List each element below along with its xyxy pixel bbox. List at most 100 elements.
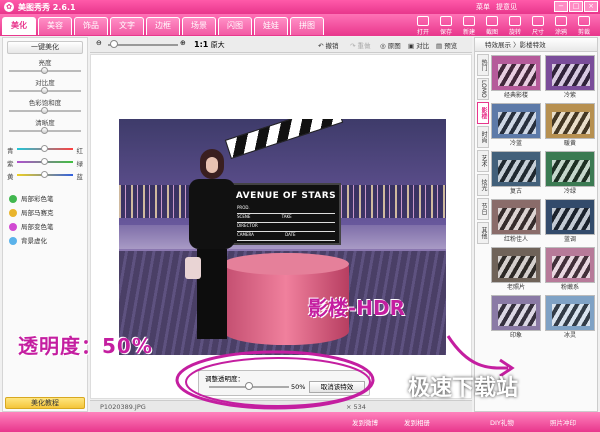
opacity-value: 50% [291,383,306,391]
tab-text[interactable]: 文字 [110,17,144,35]
background-blur-button[interactable]: 背景虚化 [7,234,87,248]
new-icon [463,16,475,26]
preview-button[interactable]: ▤ 预览 [436,40,457,50]
photo-print-link[interactable]: 照片冲印 [550,417,576,427]
purple-green-slider[interactable]: 紫 绿 [3,156,87,169]
resize-button[interactable]: 尺寸 [528,16,548,36]
diy-gift-link[interactable]: DIY礼物 [490,417,514,427]
effect-blue-tone[interactable]: 蓝调 [545,199,595,245]
category-tab-lomo[interactable]: LOMO [477,78,489,100]
opacity-knob[interactable] [245,382,253,390]
original-label: 原图 [387,42,401,50]
effect-pink-soft[interactable]: 粉嫩系 [545,247,595,293]
effect-label: 蓝调 [563,236,576,243]
crop-label: 剪裁 [577,29,590,36]
new-label: 新建 [462,29,475,36]
ratio-value: 1:1 [194,40,209,49]
effect-vintage[interactable]: 复古 [491,151,541,197]
window-controls: − □ × [554,1,598,12]
cyan-red-slider[interactable]: 青 红 [3,143,87,156]
category-tab-other[interactable]: 其他 [477,222,489,244]
local-color-pen-button[interactable]: 局部彩色笔 [7,192,87,206]
new-button[interactable]: 新建 [459,16,479,36]
cancel-effect-button[interactable]: 取消该特效 [309,381,365,393]
tab-collage[interactable]: 拼图 [290,17,324,35]
menu-link[interactable]: 菜单 [476,2,490,12]
compare-label: 对比 [416,42,430,50]
category-tab-holiday[interactable]: 节日 [477,198,489,220]
contrast-slider[interactable] [9,87,81,95]
local-mosaic-label: 局部马赛克 [21,209,54,217]
zoom-slider[interactable] [108,44,178,46]
effect-cold-purple[interactable]: 冷紫 [545,55,595,101]
local-mosaic-button[interactable]: 局部马赛克 [7,206,87,220]
opacity-dialog: 调整透明度： 50% 取消该特效 [198,370,370,396]
tab-doll[interactable]: 娃娃 [254,17,288,35]
tab-decor[interactable]: 饰品 [74,17,108,35]
cyan-label: 青 [7,147,14,155]
tab-scene[interactable]: 场景 [182,17,216,35]
effect-pink-beauty[interactable]: 红粉佳人 [491,199,541,245]
effect-grid: 经典影楼 冷紫 冷蓝 暖黄 复古 冷绿 红粉佳人 蓝调 老照片 粉嫩系 印象 冰… [491,55,597,341]
category-tab-fashion[interactable]: 时尚 [477,126,489,148]
tutorial-button[interactable]: 美化教程 [5,397,85,409]
redo-button[interactable]: ↷ 重做 [350,40,371,50]
zoom-in-icon[interactable]: ⊕ [180,39,186,47]
maximize-icon[interactable]: □ [569,1,583,12]
rotate-button[interactable]: 旋转 [505,16,525,36]
bottom-bar: 发到微博 发到相册 DIY礼物 照片冲印 [0,412,600,432]
tab-beauty[interactable]: 美容 [38,17,72,35]
open-button[interactable]: 打开 [413,16,433,36]
sharpness-slider[interactable] [9,127,81,135]
category-tab-hot[interactable]: 热门 [477,54,489,76]
undo-label: 撤销 [325,42,339,50]
screenshot-button[interactable]: 截图 [482,16,502,36]
original-button[interactable]: ◎ 原图 [380,40,401,50]
rotate-label: 旋转 [508,29,521,36]
effect-category-tabs: 热门 LOMO 影楼 时尚 艺术 炫光 节日 其他 [477,54,489,246]
effect-warm-yellow[interactable]: 暖黄 [545,103,595,149]
minimize-icon[interactable]: − [554,1,568,12]
effect-label: 复古 [509,188,522,195]
doodle-label: 涂鸦 [554,29,567,36]
tab-flash[interactable]: 闪图 [218,17,252,35]
save-label: 保存 [439,29,452,36]
category-tab-glow[interactable]: 炫光 [477,174,489,196]
undo-button[interactable]: ↶ 撤销 [318,40,339,50]
canvas-toolbar: ⊖ ⊕ 1:1 原大 ↶ 撤销 ↷ 重做 ◎ 原图 ▣ 对比 ▤ 预览 [90,37,472,53]
saturation-slider[interactable] [9,107,81,115]
sharpness-label: 清晰度 [35,119,55,127]
zoom-out-icon[interactable]: ⊖ [96,39,102,47]
actual-size-button[interactable]: 1:1 原大 [194,40,225,50]
brightness-slider[interactable] [9,67,81,75]
effect-old-photo[interactable]: 老照片 [491,247,541,293]
effect-ice[interactable]: 冰灵 [545,295,595,341]
category-tab-art[interactable]: 艺术 [477,150,489,172]
share-weibo-link[interactable]: 发到微博 [352,417,378,427]
effect-label: 冷紫 [563,92,576,99]
zoom-knob[interactable] [110,40,118,48]
feedback-link[interactable]: 提意见 [496,2,517,12]
compare-button[interactable]: ▣ 对比 [408,40,429,50]
effects-panel: 特效展示 〉影楼特效 热门 LOMO 影楼 时尚 艺术 炫光 节日 其他 经典影… [474,37,598,412]
resize-label: 尺寸 [531,29,544,36]
local-recolor-pen-button[interactable]: 局部变色笔 [7,220,87,234]
share-album-link[interactable]: 发到相册 [404,417,430,427]
one-key-beautify-button[interactable]: 一键美化 [7,41,83,54]
doodle-button[interactable]: 涂鸦 [551,16,571,36]
effect-classic-studio[interactable]: 经典影楼 [491,55,541,101]
effect-label: 经典影楼 [503,92,528,99]
close-icon[interactable]: × [584,1,598,12]
category-tab-studio[interactable]: 影楼 [477,102,489,124]
tab-beautify[interactable]: 美化 [2,17,36,35]
effect-cold-green[interactable]: 冷绿 [545,151,595,197]
yellow-blue-slider[interactable]: 黄 蓝 [3,169,87,182]
crop-button[interactable]: 剪裁 [574,16,594,36]
crop-icon [578,16,590,26]
save-button[interactable]: 保存 [436,16,456,36]
tab-border[interactable]: 边框 [146,17,180,35]
main-toolbar: 美化 美容 饰品 文字 边框 场景 闪图 娃娃 拼图 打开 保存 新建 截图 旋… [0,14,600,36]
effect-cold-blue[interactable]: 冷蓝 [491,103,541,149]
effect-impression[interactable]: 印象 [491,295,541,341]
effects-breadcrumb: 特效展示 〉影楼特效 [475,38,597,52]
